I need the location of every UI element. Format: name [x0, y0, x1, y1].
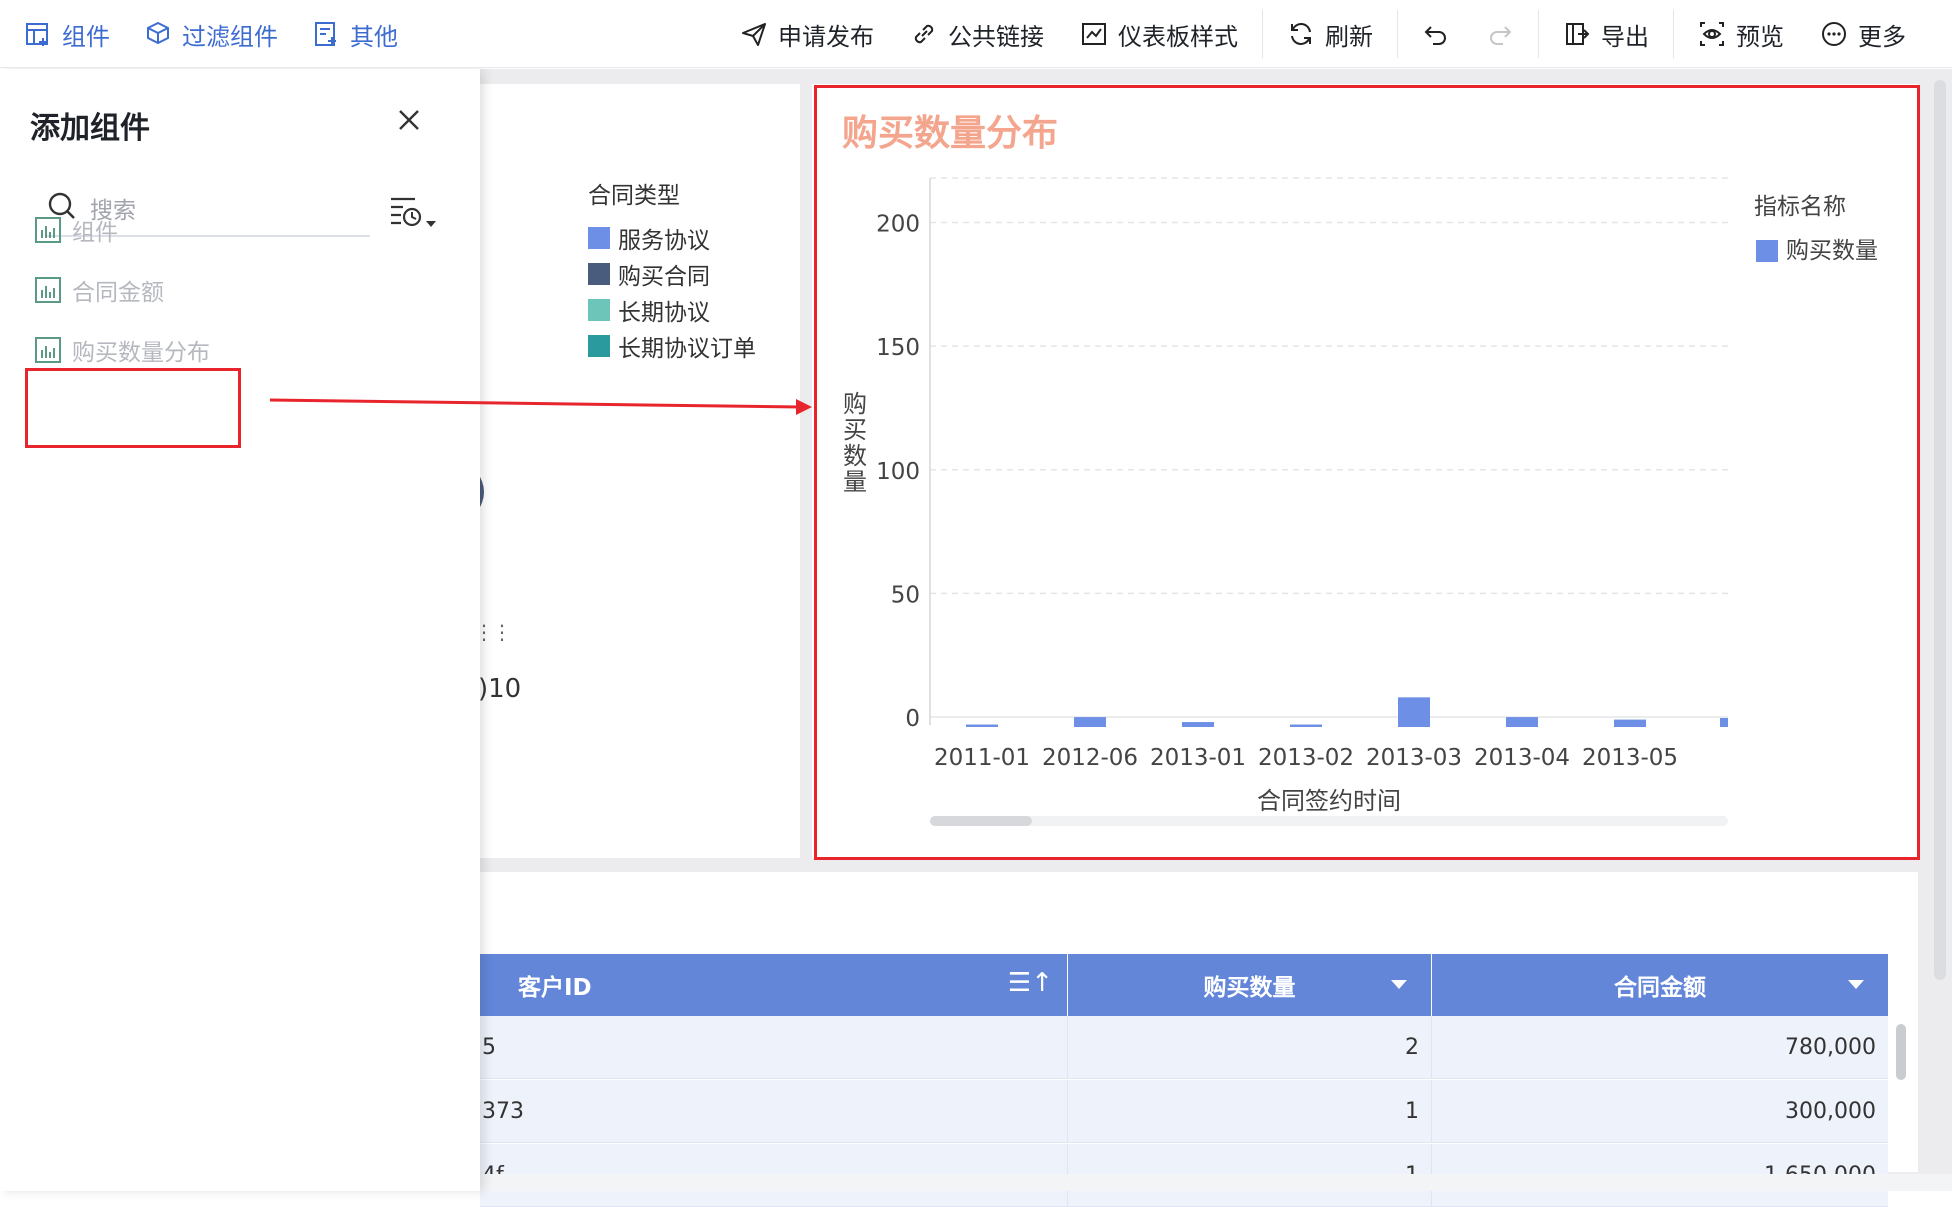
- export-button[interactable]: 导出: [1545, 17, 1667, 52]
- contract-type-legend: 合同类型 服务协议 购买合同 长期协议 长期协议订单: [588, 176, 756, 364]
- toolbar-label: 仪表板样式: [1118, 22, 1238, 51]
- toolbar-divider: [1538, 10, 1539, 58]
- toolbar-label: 组件: [62, 22, 110, 51]
- preview-icon: [1698, 20, 1726, 48]
- dropdown-caret-icon[interactable]: [1391, 980, 1407, 989]
- axis-label-fragment: )10: [478, 674, 522, 704]
- toolbar-divider: [1262, 10, 1263, 58]
- column-header-quantity[interactable]: 购买数量: [1068, 954, 1432, 1016]
- legend-item-longterm[interactable]: 长期协议: [588, 292, 756, 328]
- legend-swatch: [588, 263, 610, 285]
- column-header-label: 客户ID: [518, 975, 592, 1001]
- component-label: 组件: [72, 220, 118, 246]
- cell-quantity: 1: [1068, 1080, 1432, 1143]
- column-header-label: 购买数量: [1203, 975, 1296, 1001]
- sort-icon[interactable]: ☰↑: [1008, 968, 1053, 998]
- table-row[interactable]: 373 1 300,000: [480, 1080, 1888, 1143]
- other-icon: [312, 20, 340, 48]
- dashboard-style-button[interactable]: 仪表板样式: [1062, 17, 1256, 52]
- highlight-box-item: [25, 368, 241, 448]
- apply-publish-button[interactable]: 申请发布: [722, 17, 892, 52]
- refresh-button[interactable]: 刷新: [1269, 17, 1391, 52]
- toolbar-label: 其他: [350, 22, 398, 51]
- cell-customer-id: 5: [480, 1016, 1068, 1079]
- toolbar-label: 申请发布: [778, 22, 874, 51]
- toolbar-label: 刷新: [1325, 22, 1373, 51]
- toolbar-label: 公共链接: [948, 22, 1044, 51]
- more-button[interactable]: 更多: [1802, 17, 1924, 52]
- table-scrollbar[interactable]: [1896, 1024, 1906, 1080]
- add-component-panel: 添加组件 搜索 组件 合同金额 购买数量分布: [0, 69, 480, 1191]
- legend-item-purchase[interactable]: 购买合同: [588, 256, 756, 292]
- legend-item-service[interactable]: 服务协议: [588, 220, 756, 256]
- send-icon: [740, 20, 768, 48]
- export-icon: [1563, 20, 1591, 48]
- legend-swatch: [588, 335, 610, 357]
- column-header-amount[interactable]: 合同金额: [1432, 954, 1888, 1016]
- bar-chart-icon: [34, 336, 62, 364]
- legend-swatch: [588, 299, 610, 321]
- cell-quantity: 2: [1068, 1016, 1432, 1079]
- toolbar-divider: [1397, 10, 1398, 58]
- bar-chart-icon: [34, 276, 62, 304]
- component-item-component[interactable]: 组件: [34, 213, 118, 247]
- redo-button[interactable]: [1468, 20, 1532, 48]
- column-header-label: 合同金额: [1614, 975, 1706, 1001]
- toolbar-divider: [1673, 10, 1674, 58]
- filter-component-icon: [144, 20, 172, 48]
- horizontal-scroll-track[interactable]: [480, 1174, 1952, 1191]
- legend-title: 合同类型: [588, 183, 680, 209]
- toolbar-label: 导出: [1601, 22, 1649, 51]
- component-label: 合同金额: [72, 280, 164, 306]
- table-header: 客户ID ☰↑ 购买数量 合同金额: [480, 954, 1888, 1016]
- close-icon[interactable]: [394, 105, 424, 135]
- add-component-icon: [24, 20, 52, 48]
- table-row[interactable]: 5 2 780,000: [480, 1016, 1888, 1079]
- column-header-customer-id[interactable]: 客户ID ☰↑: [480, 954, 1068, 1016]
- toolbar-label: 预览: [1736, 22, 1784, 51]
- component-item-purchase-distribution[interactable]: 购买数量分布: [34, 333, 210, 367]
- top-toolbar: 组件 过滤组件 其他 申请发布 公共链接 仪表板样式 刷新 导出 预览 更多: [0, 0, 1952, 68]
- refresh-icon: [1287, 20, 1315, 48]
- component-label: 购买数量分布: [72, 340, 210, 366]
- preview-button[interactable]: 预览: [1680, 17, 1802, 52]
- legend-label: 长期协议: [618, 300, 710, 326]
- cell-amount: 300,000: [1785, 1099, 1876, 1124]
- other-button[interactable]: 其他: [312, 17, 398, 52]
- style-icon: [1080, 20, 1108, 48]
- undo-icon: [1422, 20, 1450, 48]
- legend-label: 服务协议: [618, 228, 710, 254]
- dropdown-caret-icon[interactable]: [1848, 980, 1864, 989]
- cell-customer-id: 373: [480, 1080, 1068, 1143]
- undo-button[interactable]: [1404, 20, 1468, 48]
- component-item-contract-amount[interactable]: 合同金额: [34, 273, 164, 307]
- cell-amount: 780,000: [1785, 1035, 1876, 1060]
- highlight-box-chart: [814, 85, 1920, 860]
- filter-history-button[interactable]: [388, 193, 442, 229]
- bar-chart-icon: [34, 216, 62, 244]
- filter-component-button[interactable]: 过滤组件: [144, 17, 278, 52]
- public-link-button[interactable]: 公共链接: [892, 17, 1062, 52]
- link-icon: [910, 20, 938, 48]
- toolbar-label: 更多: [1858, 22, 1906, 51]
- legend-swatch: [588, 227, 610, 249]
- legend-item-longterm-order[interactable]: 长期协议订单: [588, 328, 756, 364]
- add-component-button[interactable]: 组件: [24, 17, 110, 52]
- legend-label: 长期协议订单: [618, 336, 756, 362]
- more-icon: [1820, 20, 1848, 48]
- legend-label: 购买合同: [618, 264, 710, 290]
- panel-title: 添加组件: [30, 111, 150, 146]
- redo-icon: [1486, 20, 1514, 48]
- toolbar-label: 过滤组件: [182, 22, 278, 51]
- page-scrollbar[interactable]: [1934, 80, 1946, 980]
